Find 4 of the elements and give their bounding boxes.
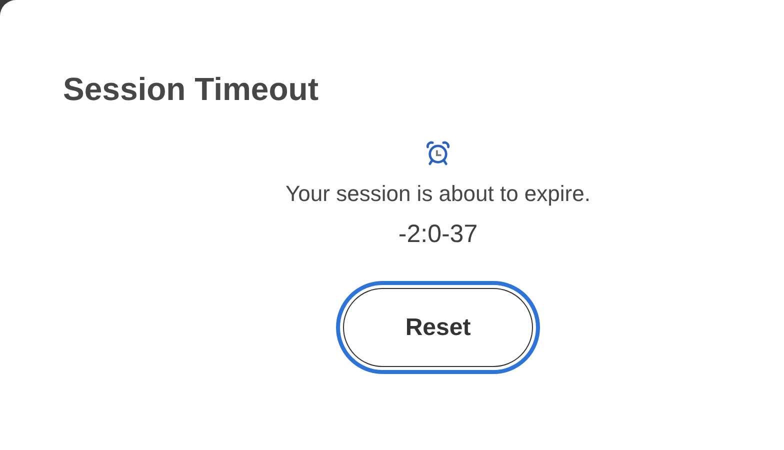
alarm-clock-icon — [425, 140, 451, 166]
dialog-title: Session Timeout — [63, 70, 318, 109]
countdown-timer: -2:0-37 — [398, 219, 478, 250]
expiry-message: Your session is about to expire. — [286, 180, 590, 208]
